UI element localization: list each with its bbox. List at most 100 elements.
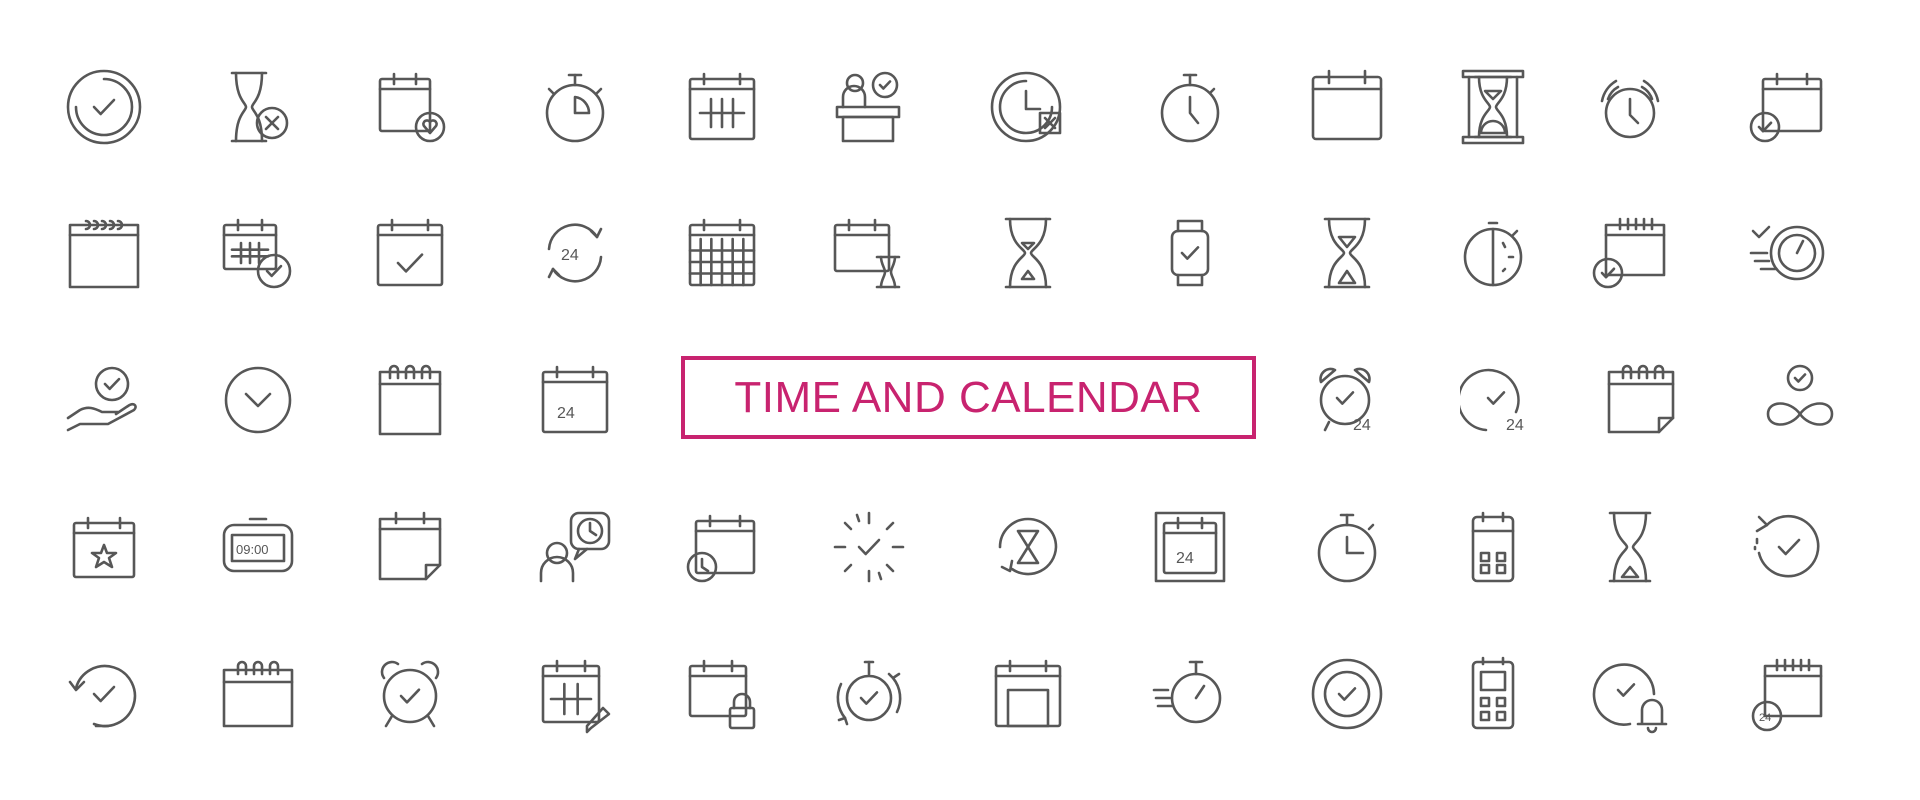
check-burst-icon-svg <box>833 511 905 583</box>
calendar-dates-check-icon <box>218 213 298 293</box>
calendar-grid-icon <box>682 67 762 147</box>
stopwatch-icon <box>535 67 615 147</box>
calendar-24-icon-svg: 24 <box>541 365 609 434</box>
hourglass-frame-icon-svg <box>1461 69 1525 145</box>
calendar-edit-icon <box>535 654 615 734</box>
calendar-clock-icon <box>682 507 762 587</box>
alarm-ringing-icon-svg <box>1600 79 1660 139</box>
smartwatch-check-icon <box>1150 213 1230 293</box>
svg-text:24: 24 <box>561 247 579 264</box>
calendar-page-curl-icon-svg <box>378 511 442 581</box>
clock-check-24-icon: 24 <box>1460 360 1540 440</box>
timer-quarter-icon <box>1307 507 1387 587</box>
clock-cancel-icon <box>988 67 1068 147</box>
hand-check-icon <box>64 360 144 440</box>
fast-stopwatch-icon <box>1150 654 1230 734</box>
person-chat-clock-icon-svg <box>539 511 611 583</box>
alarm-24-icon-svg: 24 <box>1319 367 1371 434</box>
calendar-heart-icon-svg <box>378 72 446 143</box>
calendar-lock-icon-svg <box>688 659 756 730</box>
hourglass-sand-icon <box>1307 213 1387 293</box>
svg-text:24: 24 <box>1353 417 1371 434</box>
calendar-lock-icon <box>682 654 762 734</box>
hourglass-sand-icon-svg <box>1323 217 1371 289</box>
timer-quarter-icon-svg <box>1317 513 1377 583</box>
calendar-checkmark-icon <box>370 213 450 293</box>
hourglass-icon <box>988 213 1068 293</box>
calendar-checkmark-icon-svg <box>376 218 444 287</box>
circle-chevron-down-icon <box>218 360 298 440</box>
calendar-24-clock-icon-svg: 24 <box>1751 658 1823 732</box>
svg-text:24: 24 <box>1759 712 1771 724</box>
clock-check-icon-svg <box>66 69 142 145</box>
mobile-calendar-icon-svg <box>1471 511 1515 583</box>
clock-check-24-icon-svg: 24 <box>1460 368 1524 434</box>
history-check-icon <box>64 654 144 734</box>
stopwatch-icon-svg <box>545 73 605 143</box>
infinity-check-icon <box>1760 360 1840 440</box>
calendar-hourglass-icon-svg <box>833 218 901 289</box>
infinity-check-icon-svg <box>1766 364 1834 426</box>
calendar-check-icon-svg <box>1749 72 1823 143</box>
timer-half-icon <box>1453 213 1533 293</box>
person-chat-clock-icon <box>535 507 615 587</box>
mobile-device-icon-svg <box>1471 656 1515 730</box>
calendar-full-grid-icon-svg <box>688 218 756 287</box>
calendar-24-framed-icon: 24 <box>1150 507 1230 587</box>
calendar-grid-icon-svg <box>688 72 756 141</box>
blank-calendar-icon <box>1307 67 1387 147</box>
fast-stopwatch-icon-svg <box>1152 660 1222 724</box>
rewind-check-icon <box>1747 507 1827 587</box>
svg-text:24: 24 <box>1176 550 1194 567</box>
stopwatch-time-icon-svg <box>1160 73 1220 143</box>
spiral-calendar-icon <box>64 213 144 293</box>
clock-bell-icon-svg <box>1592 663 1668 734</box>
hourglass-cancel-icon <box>218 67 298 147</box>
stopwatch-refresh-check-icon <box>829 654 909 734</box>
calendar-star-icon <box>64 507 144 587</box>
spiral-calendar-page-icon <box>1601 360 1681 440</box>
hourglass-simple-icon-svg <box>1608 511 1652 583</box>
calendar-clock-icon-svg <box>686 514 756 583</box>
calendar-heart-icon <box>370 67 450 147</box>
blank-calendar-icon-svg <box>1311 69 1383 141</box>
reception-desk-check-icon-svg <box>835 71 901 143</box>
calendar-check-badge-icon <box>1590 213 1670 293</box>
hand-check-icon-svg <box>66 366 137 432</box>
ring-calendar-icon <box>218 654 298 734</box>
svg-text:24: 24 <box>557 405 575 422</box>
spiral-notepad-icon-svg <box>378 364 442 436</box>
spiral-notepad-icon <box>370 360 450 440</box>
title-text: TIME AND CALENDAR <box>734 372 1203 422</box>
spiral-calendar-icon-svg <box>68 219 140 289</box>
calendar-check-badge-icon-svg <box>1592 217 1666 289</box>
24-hours-cycle-icon: 24 <box>535 213 615 293</box>
alarm-clock-check-icon <box>370 654 450 734</box>
circle-chevron-down-icon-svg <box>224 366 292 434</box>
spiral-calendar-page-icon-svg <box>1607 364 1675 434</box>
calendar-window-icon <box>988 654 1068 734</box>
fast-speed-check-icon <box>1747 213 1827 293</box>
rewind-check-icon-svg <box>1753 514 1820 578</box>
mobile-calendar-icon <box>1453 507 1533 587</box>
alarm-clock-check-icon-svg <box>380 660 440 728</box>
calendar-check-icon <box>1747 67 1827 147</box>
digital-clock-icon: 09:00 <box>218 507 298 587</box>
calendar-full-grid-icon <box>682 213 762 293</box>
mobile-device-icon <box>1453 654 1533 734</box>
ring-calendar-icon-svg <box>222 660 294 728</box>
hourglass-refresh-icon <box>988 507 1068 587</box>
svg-text:24: 24 <box>1506 417 1524 434</box>
alarm-24-icon: 24 <box>1307 360 1387 440</box>
hourglass-cancel-icon-svg <box>230 71 289 143</box>
clock-bell-icon <box>1590 654 1670 734</box>
smartwatch-check-icon-svg <box>1170 219 1210 287</box>
history-check-icon-svg <box>68 664 137 728</box>
24-hours-cycle-icon-svg: 24 <box>547 223 603 283</box>
check-burst-icon <box>829 507 909 587</box>
hourglass-frame-icon <box>1453 67 1533 147</box>
calendar-24-icon: 24 <box>535 360 615 440</box>
calendar-24-framed-icon-svg: 24 <box>1154 511 1226 583</box>
alarm-ringing-icon <box>1590 67 1670 147</box>
hourglass-simple-icon <box>1590 507 1670 587</box>
